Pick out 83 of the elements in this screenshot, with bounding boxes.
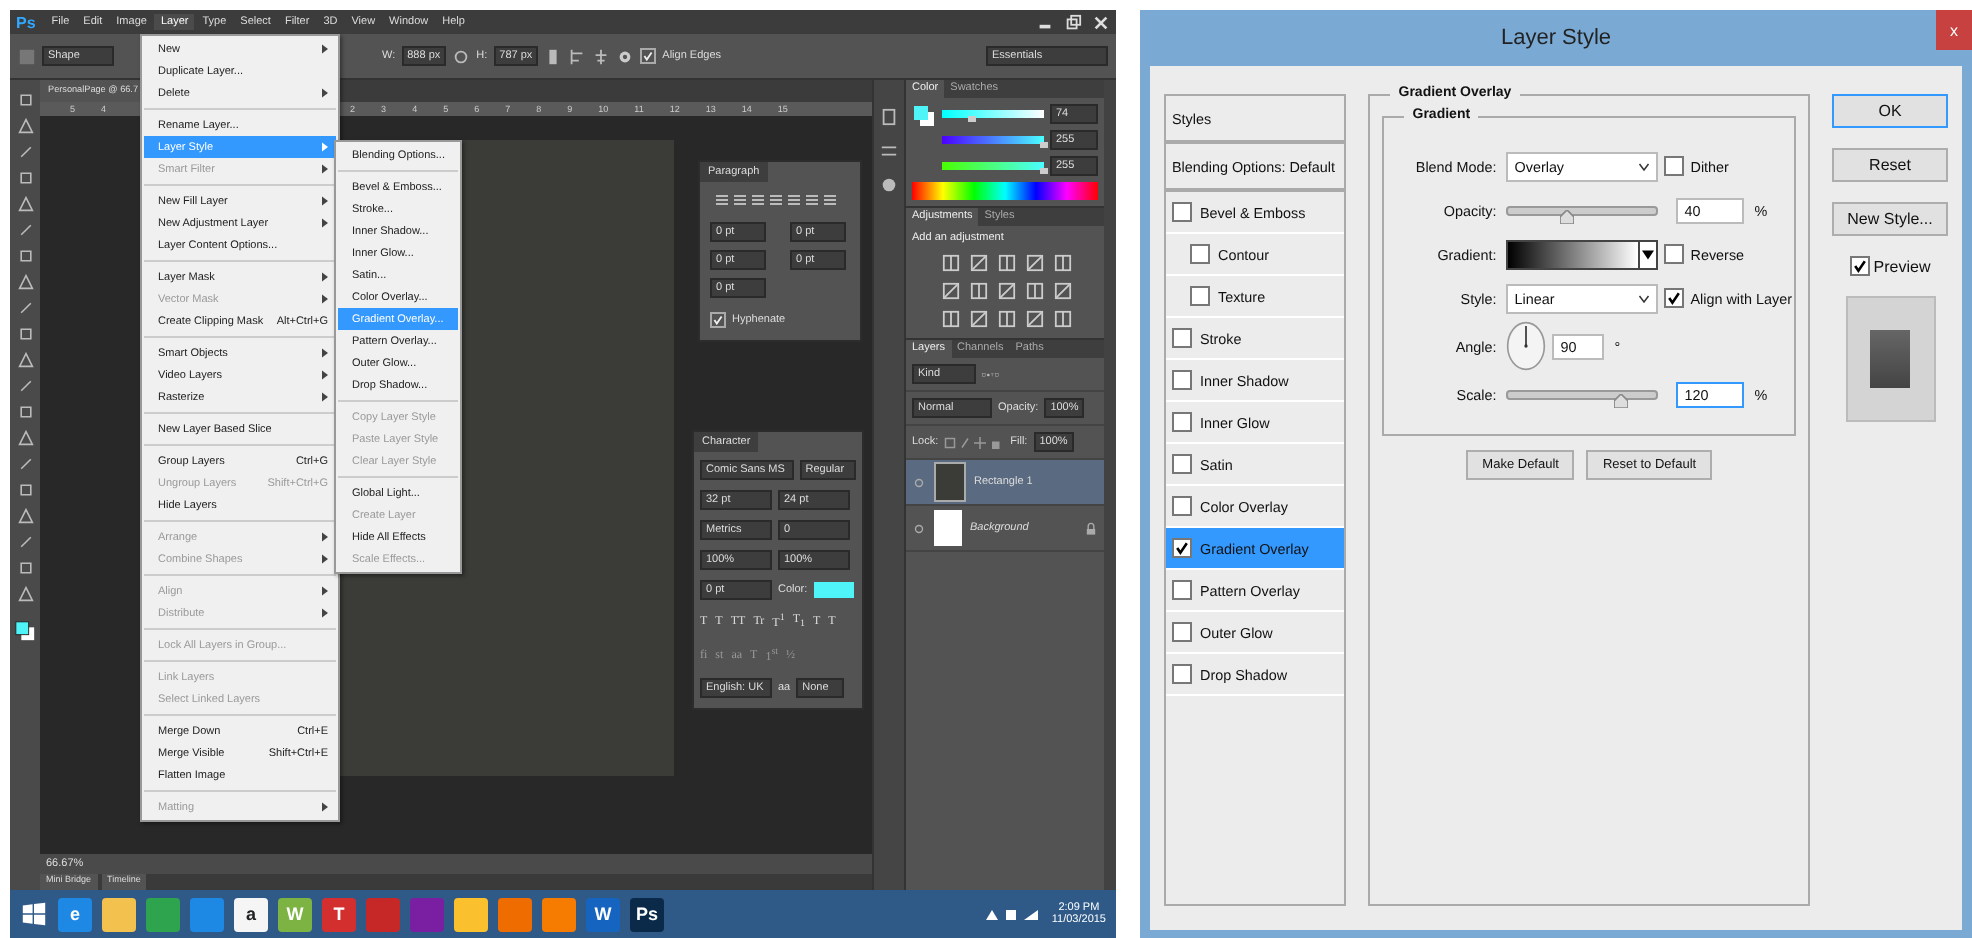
preview-label: Preview xyxy=(1873,257,1931,275)
taskbar-app-button[interactable] xyxy=(102,897,136,931)
close-icon[interactable] xyxy=(1092,13,1110,31)
history-icon[interactable] xyxy=(880,108,898,126)
checkbox[interactable] xyxy=(1172,328,1192,348)
checkbox[interactable] xyxy=(1172,496,1192,516)
lock-icons[interactable] xyxy=(944,433,1005,451)
adjustment-icon[interactable] xyxy=(1026,310,1044,328)
color-slider[interactable] xyxy=(942,136,1044,144)
checkbox[interactable] xyxy=(1190,286,1210,306)
slider-thumb[interactable] xyxy=(967,116,976,122)
checkbox[interactable] xyxy=(1172,202,1192,222)
preview-thumbnail xyxy=(1845,296,1935,422)
checkbox[interactable] xyxy=(1664,244,1685,264)
color-slider[interactable] xyxy=(942,110,1044,118)
adjustment-icon[interactable] xyxy=(970,254,988,272)
checkbox[interactable] xyxy=(1172,664,1192,684)
adjustment-icon[interactable] xyxy=(970,282,988,300)
taskbar-app-button[interactable]: a xyxy=(234,897,268,931)
checkbox[interactable] xyxy=(1172,538,1192,558)
close-button[interactable]: x xyxy=(1936,10,1972,50)
dialog-title: Layer Style xyxy=(1500,26,1612,50)
lock-icon xyxy=(1084,521,1098,535)
adjustment-icon[interactable] xyxy=(942,282,960,300)
foreground-background-color-icon[interactable] xyxy=(912,104,936,128)
taskbar-app-button[interactable]: W xyxy=(586,897,620,931)
adjustment-icon[interactable] xyxy=(1054,254,1072,272)
checkbox[interactable] xyxy=(1190,244,1210,264)
layer-thumbnail xyxy=(934,462,966,502)
visibility-icon[interactable] xyxy=(912,475,926,489)
layer-thumbnail xyxy=(934,510,962,546)
checkbox[interactable] xyxy=(1172,622,1192,642)
taskbar-app-button[interactable] xyxy=(542,897,576,931)
taskbar-app-button[interactable]: e xyxy=(58,897,92,931)
windows-logo-icon[interactable] xyxy=(20,900,48,928)
chevron-down-icon xyxy=(1638,293,1651,303)
checkbox[interactable] xyxy=(1172,412,1192,432)
adjustment-icon[interactable] xyxy=(1054,282,1072,300)
system-tray-icons[interactable] xyxy=(981,904,1042,924)
adjustment-icon[interactable] xyxy=(1054,310,1072,328)
dialog-button[interactable]: New Style... xyxy=(1832,202,1948,236)
slider-thumb[interactable] xyxy=(1040,168,1048,174)
dialog-button[interactable]: OK xyxy=(1832,94,1948,128)
chevron-down-icon xyxy=(1638,161,1651,171)
adjustment-icon[interactable] xyxy=(998,254,1016,272)
info-icon[interactable] xyxy=(880,176,898,194)
adjustment-icon[interactable] xyxy=(942,254,960,272)
taskbar-app-button[interactable]: Ps xyxy=(630,897,664,931)
properties-icon[interactable] xyxy=(880,142,898,160)
adjustment-icon[interactable] xyxy=(998,310,1016,328)
adjustment-icon[interactable] xyxy=(1026,282,1044,300)
taskbar-app-button[interactable]: T xyxy=(322,897,356,931)
adjustment-icon[interactable] xyxy=(942,310,960,328)
checkbox[interactable] xyxy=(1664,288,1685,308)
gear-icon[interactable] xyxy=(616,47,635,65)
color-spectrum[interactable] xyxy=(912,182,1098,200)
slider-thumb[interactable] xyxy=(1560,209,1575,223)
slider-thumb[interactable] xyxy=(1040,142,1048,148)
app-logo: Ps xyxy=(16,13,36,31)
gradient-picker[interactable] xyxy=(1506,239,1659,269)
checkbox[interactable] xyxy=(1172,454,1192,474)
link-icon[interactable] xyxy=(452,47,471,65)
checkbox[interactable] xyxy=(1172,580,1192,600)
color-slider[interactable] xyxy=(942,162,1044,170)
adjustment-icon[interactable] xyxy=(1026,254,1044,272)
path-alignment-icon[interactable] xyxy=(568,47,587,65)
checkbox[interactable] xyxy=(640,48,657,64)
checkbox[interactable] xyxy=(710,312,726,328)
checkbox[interactable] xyxy=(1849,256,1870,276)
path-arrangement-icon[interactable] xyxy=(592,47,611,65)
adjustment-icon[interactable] xyxy=(998,282,1016,300)
adjustment-icon[interactable] xyxy=(970,310,988,328)
angle-dial[interactable] xyxy=(1506,320,1547,372)
slider-thumb[interactable] xyxy=(1614,393,1628,407)
visibility-icon[interactable] xyxy=(912,521,926,535)
checkbox[interactable] xyxy=(1664,156,1685,176)
text-color-swatch[interactable] xyxy=(813,582,854,598)
checkbox[interactable] xyxy=(1172,370,1192,390)
path-operations-icon[interactable] xyxy=(544,47,563,65)
taskbar-app-button[interactable] xyxy=(454,897,488,931)
dialog-button[interactable]: Reset xyxy=(1832,148,1948,182)
restore-icon[interactable] xyxy=(1064,13,1082,31)
foreground-background-color-icon[interactable] xyxy=(14,620,36,642)
